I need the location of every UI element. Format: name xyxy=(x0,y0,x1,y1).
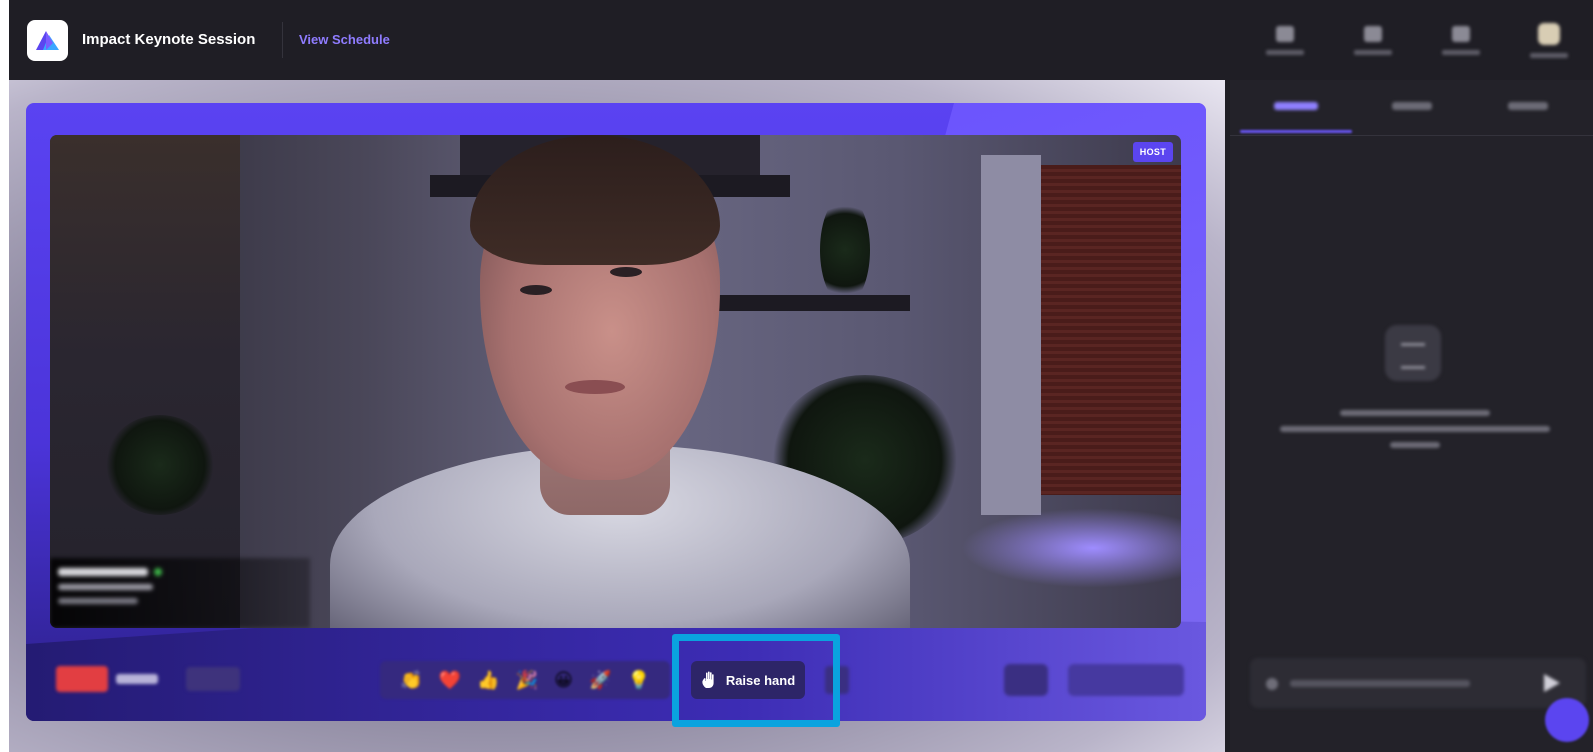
chat-input[interactable] xyxy=(1250,658,1586,708)
chat-sidebar xyxy=(1230,80,1593,752)
help-fab-button[interactable] xyxy=(1545,698,1589,742)
reactions-bar: 👏 ❤️ 👍 🎉 😀 🚀 💡 xyxy=(380,661,670,699)
reaction-bulb[interactable]: 💡 xyxy=(627,671,649,689)
view-schedule-link[interactable]: View Schedule xyxy=(299,32,390,47)
emoji-icon[interactable] xyxy=(1266,678,1278,690)
raise-hand-button[interactable]: Raise hand xyxy=(691,661,805,699)
people-icon[interactable] xyxy=(1241,10,1329,70)
raise-hand-label: Raise hand xyxy=(725,672,796,688)
profile-avatar[interactable] xyxy=(1505,10,1593,70)
reaction-heart[interactable]: ❤️ xyxy=(439,671,461,689)
sidebar-tabs xyxy=(1230,80,1593,136)
backstage-icon[interactable] xyxy=(1329,10,1417,70)
hand-icon xyxy=(702,671,714,688)
tab-polls[interactable] xyxy=(1508,102,1548,110)
top-bar: Impact Keynote Session View Schedule xyxy=(9,0,1593,80)
logo-icon xyxy=(35,30,59,50)
empty-chat-icon xyxy=(1385,325,1441,381)
send-icon[interactable] xyxy=(1544,674,1560,692)
more-reactions-button[interactable] xyxy=(825,666,849,694)
speaker-video: HOST xyxy=(50,135,1181,628)
reaction-thumbs-up[interactable]: 👍 xyxy=(477,671,499,689)
app-window: Impact Keynote Session View Schedule HOS… xyxy=(9,0,1593,752)
speaker-name-tag xyxy=(50,558,310,628)
live-badge xyxy=(56,666,108,692)
session-title: Impact Keynote Session xyxy=(82,31,256,48)
reaction-clap[interactable]: 👏 xyxy=(400,671,422,689)
session-timer xyxy=(116,674,158,684)
leave-stage-button[interactable] xyxy=(1068,664,1184,696)
camera-button[interactable] xyxy=(1004,664,1048,696)
tab-qa[interactable] xyxy=(1392,102,1432,110)
booth-icon[interactable] xyxy=(1417,10,1505,70)
top-nav xyxy=(1241,10,1593,70)
reaction-rocket[interactable]: 🚀 xyxy=(589,671,611,689)
tab-chat[interactable] xyxy=(1274,102,1318,110)
host-badge: HOST xyxy=(1132,142,1173,162)
reaction-party[interactable]: 🎉 xyxy=(516,671,538,689)
app-logo[interactable] xyxy=(27,20,68,61)
reaction-smile[interactable]: 😀 xyxy=(554,671,573,689)
viewer-count[interactable] xyxy=(186,667,240,691)
header-divider xyxy=(282,22,283,58)
